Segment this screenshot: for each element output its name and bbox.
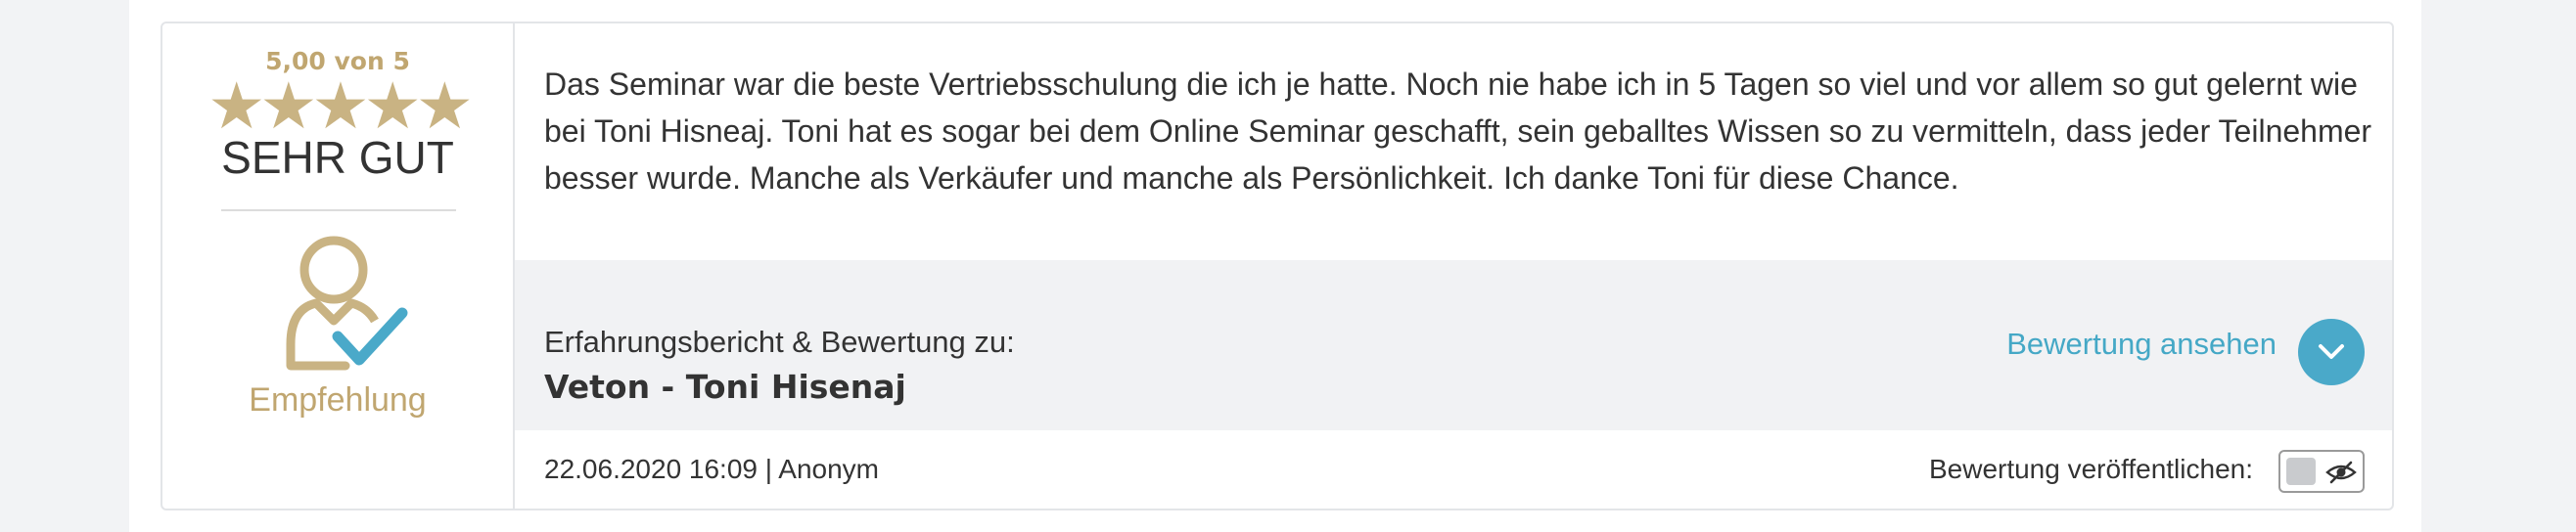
eye-slash-icon: [2325, 461, 2357, 484]
divider: [221, 209, 456, 211]
experience-target: Veton - Toni Hisenaj: [544, 368, 906, 406]
recommendation-label: Empfehlung: [249, 381, 427, 419]
review-footer: 22.06.2020 16:09 | Anonym Bewertung verö…: [515, 430, 2392, 509]
toggle-knob: [2286, 458, 2316, 485]
review-panel: Das Seminar war die beste Vertriebsschul…: [515, 23, 2392, 509]
page: 5,00 von 5 ★★★★★ SEHR GUT Empfehlung Das…: [129, 0, 2421, 532]
experience-label: Erfahrungsbericht & Bewertung zu:: [544, 325, 1015, 359]
review-card: 5,00 von 5 ★★★★★ SEHR GUT Empfehlung Das…: [161, 22, 2394, 510]
publish-toggle[interactable]: [2278, 450, 2365, 493]
star-rating-icon: ★★★★★: [207, 68, 474, 144]
experience-section: Erfahrungsbericht & Bewertung zu: Veton …: [515, 260, 2392, 430]
rating-grade: SEHR GUT: [221, 132, 454, 183]
expand-review-button[interactable]: [2298, 319, 2365, 385]
rating-panel: 5,00 von 5 ★★★★★ SEHR GUT Empfehlung: [162, 23, 515, 509]
review-text: Das Seminar war die beste Vertriebsschul…: [544, 66, 2372, 196]
publish-label: Bewertung veröffentlichen:: [1928, 454, 2253, 484]
person-check-icon: [277, 231, 408, 377]
chevron-down-icon: [2319, 344, 2344, 359]
view-review-link[interactable]: Bewertung ansehen: [2006, 327, 2277, 362]
review-meta: 22.06.2020 16:09 | Anonym: [544, 454, 879, 484]
